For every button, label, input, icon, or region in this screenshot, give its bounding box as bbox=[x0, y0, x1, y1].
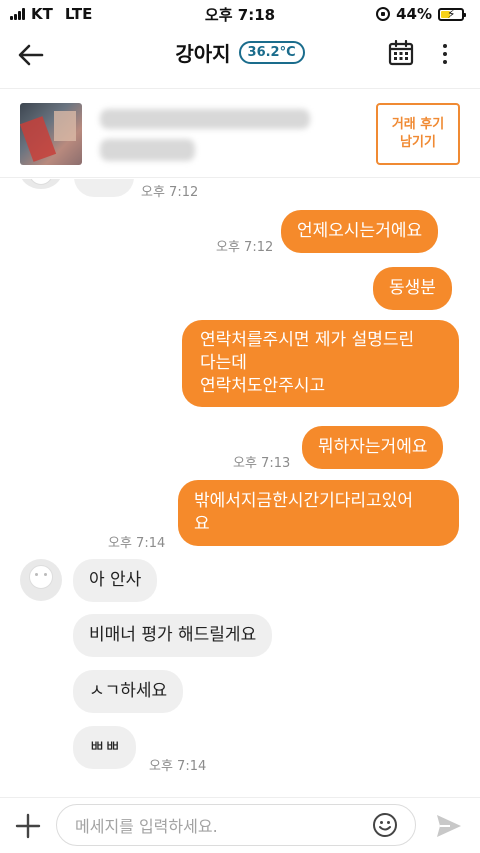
status-bar: KT LTE 오후 7:18 44% ⚡ bbox=[0, 0, 480, 28]
signal-icon bbox=[10, 8, 25, 20]
message-bubble-mine: 언제오시는거에요 bbox=[281, 210, 439, 253]
calendar-icon[interactable] bbox=[388, 40, 414, 66]
message-bubble-other: 비매너 평가 해드릴게요 bbox=[73, 614, 273, 657]
message-time: 오후 7:13 bbox=[233, 456, 291, 471]
avatar[interactable] bbox=[20, 559, 62, 601]
status-time: 오후 7:18 bbox=[204, 5, 276, 24]
review-label-line2: 남기기 bbox=[400, 135, 436, 150]
message-time: 오후 7:12 bbox=[141, 185, 199, 200]
message-time: 오후 7:12 bbox=[216, 240, 274, 255]
review-label-line1: 거래 후기 bbox=[391, 117, 445, 132]
product-thumbnail[interactable] bbox=[20, 103, 82, 165]
charging-bolt-icon: ⚡ bbox=[447, 6, 456, 21]
product-price-blurred bbox=[100, 139, 195, 161]
chat-title: 강아지 bbox=[175, 42, 231, 66]
send-icon[interactable] bbox=[434, 811, 464, 841]
message-bubble-other bbox=[74, 179, 134, 197]
message-bubble-mine: 동생분 bbox=[373, 267, 452, 310]
battery-percent: 44% bbox=[396, 5, 432, 23]
product-bar[interactable]: 거래 후기 남기기 bbox=[0, 88, 480, 178]
battery-icon: ⚡ bbox=[438, 6, 466, 21]
plus-icon[interactable] bbox=[14, 812, 42, 840]
orientation-lock-icon bbox=[376, 7, 391, 21]
product-title-blurred bbox=[100, 109, 310, 129]
message-time: 오후 7:14 bbox=[108, 536, 166, 551]
message-bubble-other: 아 안사 bbox=[73, 559, 158, 602]
message-input[interactable]: 메세지를 입력하세요. bbox=[56, 804, 416, 846]
network-label: LTE bbox=[64, 5, 93, 23]
carrier-label: KT bbox=[31, 5, 53, 23]
message-bubble-mine: 연락처를주시면 제가 설명드린 다는데 연락처도안주시고 bbox=[182, 320, 459, 407]
message-input-bar: 메세지를 입력하세요. bbox=[0, 797, 480, 853]
chat-header: 강아지 36.2°C bbox=[0, 28, 480, 80]
status-right: 44% ⚡ bbox=[376, 5, 466, 23]
more-vertical-icon[interactable] bbox=[432, 40, 458, 68]
emoji-icon[interactable] bbox=[372, 812, 398, 838]
chat-area[interactable]: 오후 7:12 오후 7:12 언제오시는거에요 동생분 연락처를주시면 제가 … bbox=[0, 179, 480, 797]
status-left: KT LTE bbox=[10, 5, 92, 23]
message-bubble-mine: 밖에서지금한시간기다리고있어 요 bbox=[178, 480, 459, 546]
message-bubble-mine: 뭐하자는거에요 bbox=[302, 426, 444, 469]
manner-temperature-badge: 36.2°C bbox=[238, 41, 305, 64]
avatar-partial bbox=[20, 179, 62, 189]
leave-review-button[interactable]: 거래 후기 남기기 bbox=[376, 103, 460, 165]
message-time: 오후 7:14 bbox=[149, 759, 207, 774]
message-bubble-other: ㅅㄱ하세요 bbox=[73, 670, 184, 713]
message-bubble-other: ㅃㅃ bbox=[73, 726, 137, 769]
